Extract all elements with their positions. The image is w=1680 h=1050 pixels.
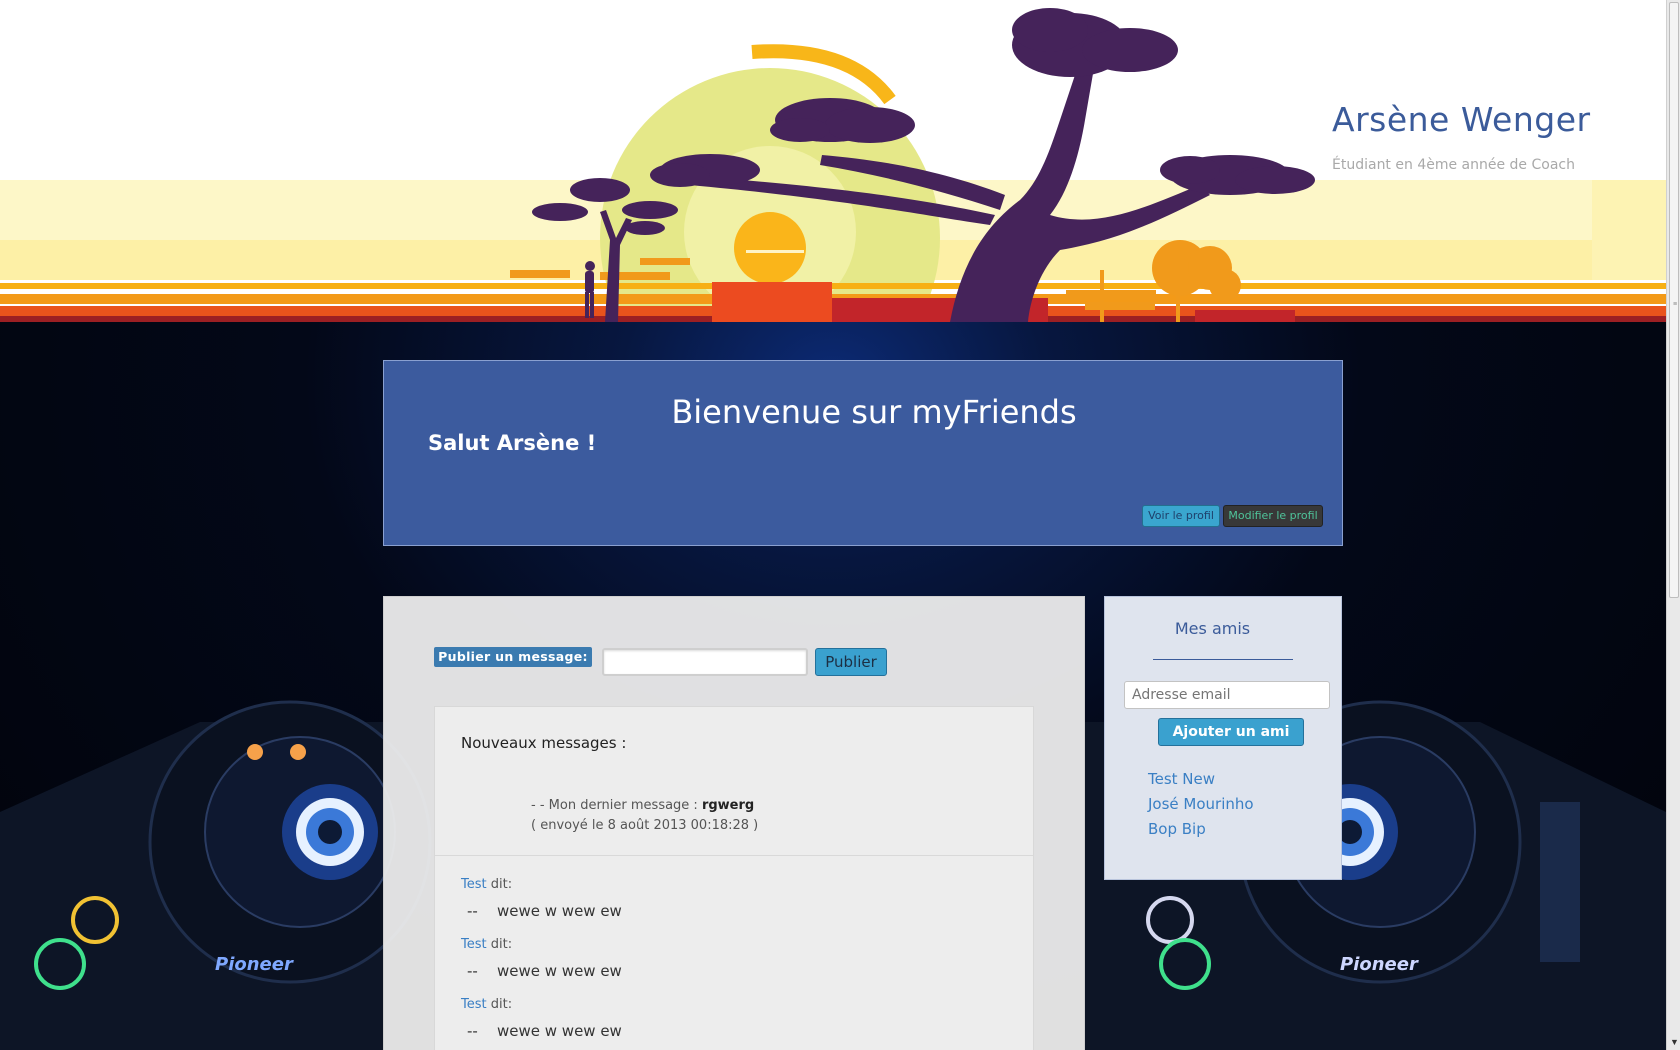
- messages-box: Nouveaux messages : - - Mon dernier mess…: [434, 706, 1034, 1050]
- add-friend-button[interactable]: Ajouter un ami: [1158, 718, 1304, 746]
- profile-subtitle: Étudiant en 4ème année de Coach: [1332, 157, 1575, 173]
- post-dash: --: [467, 902, 478, 920]
- post-item: Test dit: -- wewe w wew ew: [461, 877, 1021, 920]
- post-text: wewe w wew ew: [497, 902, 622, 920]
- post-item: Test dit: -- wewe w wew ew: [461, 937, 1021, 980]
- friend-list: Test New José Mourinho Bop Bip: [1148, 767, 1254, 842]
- svg-text:Pioneer: Pioneer: [1340, 954, 1419, 975]
- publish-message-input[interactable]: [602, 648, 808, 676]
- post-body: -- wewe w wew ew: [461, 962, 1021, 980]
- profile-banner: Arsène Wenger Étudiant en 4ème année de …: [0, 0, 1666, 322]
- post-dash: --: [467, 1022, 478, 1040]
- post-body: -- wewe w wew ew: [461, 1022, 1021, 1040]
- friend-link[interactable]: José Mourinho: [1148, 792, 1254, 817]
- post-text: wewe w wew ew: [497, 1022, 622, 1040]
- post-says: dit:: [486, 997, 513, 1012]
- messages-divider: [435, 855, 1033, 856]
- friends-title: Mes amis: [1174, 619, 1251, 638]
- welcome-greeting: Salut Arsène !: [428, 431, 597, 455]
- scroll-grip-icon: ≡: [1673, 301, 1678, 308]
- post-body: -- wewe w wew ew: [461, 902, 1021, 920]
- friend-link[interactable]: Bop Bip: [1148, 817, 1254, 842]
- welcome-panel: Bienvenue sur myFriends Salut Arsène ! V…: [383, 360, 1343, 546]
- post-dash: --: [467, 962, 478, 980]
- post-item: Test dit: -- wewe w wew ew: [461, 997, 1021, 1040]
- view-profile-button[interactable]: Voir le profil: [1142, 505, 1220, 527]
- publish-button[interactable]: Publier: [815, 648, 887, 676]
- last-message: - - Mon dernier message : rgwerg: [531, 798, 754, 813]
- post-author-line: Test dit:: [461, 877, 1021, 892]
- friend-email-input[interactable]: [1124, 681, 1330, 709]
- edit-profile-button[interactable]: Modifier le profil: [1223, 505, 1323, 527]
- profile-name: Arsène Wenger: [1332, 100, 1591, 139]
- post-says: dit:: [486, 877, 513, 892]
- post-author-link[interactable]: Test: [461, 937, 487, 952]
- scrollbar-thumb[interactable]: ≡: [1669, 2, 1679, 598]
- new-messages-title: Nouveaux messages :: [461, 734, 627, 752]
- post-text: wewe w wew ew: [497, 962, 622, 980]
- post-author-link[interactable]: Test: [461, 877, 487, 892]
- last-message-date: ( envoyé le 8 août 2013 00:18:28 ): [531, 818, 759, 833]
- last-message-text: rgwerg: [701, 798, 755, 813]
- post-author-line: Test dit:: [461, 937, 1021, 952]
- post-author-link[interactable]: Test: [461, 997, 487, 1012]
- friends-divider: [1153, 659, 1293, 660]
- friends-panel: Mes amis Ajouter un ami Test New José Mo…: [1104, 596, 1342, 880]
- publish-label: Publier un message:: [434, 647, 592, 667]
- feed-panel: Publier un message: Publier Nouveaux mes…: [383, 596, 1085, 1050]
- friend-link[interactable]: Test New: [1148, 767, 1254, 792]
- page-scrollbar[interactable]: ≡ ▼: [1666, 0, 1680, 1050]
- last-message-prefix: - - Mon dernier message :: [531, 798, 702, 813]
- welcome-title: Bienvenue sur myFriends: [671, 393, 1077, 431]
- svg-text:Pioneer: Pioneer: [215, 954, 294, 975]
- post-author-line: Test dit:: [461, 997, 1021, 1012]
- scroll-down-arrow-icon[interactable]: ▼: [1670, 1037, 1679, 1047]
- post-says: dit:: [486, 937, 513, 952]
